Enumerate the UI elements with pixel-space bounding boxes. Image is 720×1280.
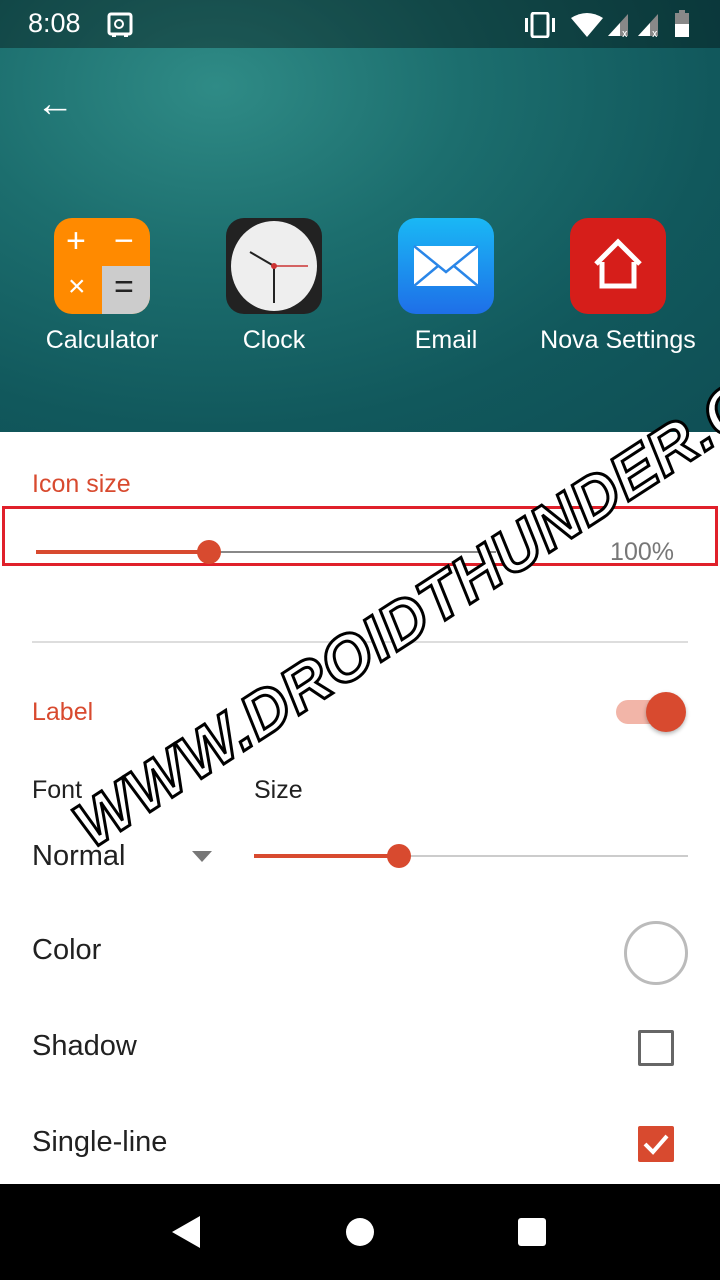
signal-icon-2: x (638, 14, 658, 38)
recents-nav-icon[interactable] (518, 1218, 546, 1246)
app-email: Email (360, 218, 532, 355)
label-size-slider[interactable] (254, 844, 688, 868)
icon-size-slider[interactable] (36, 540, 496, 564)
color-swatch[interactable] (624, 921, 688, 985)
shadow-label: Shadow (32, 1030, 137, 1062)
icon-size-heading: Icon size (32, 470, 131, 498)
font-dropdown-value[interactable]: Normal (32, 840, 125, 873)
label-heading: Label (32, 698, 94, 726)
app-label: Clock (242, 326, 306, 354)
single-line-checkbox[interactable] (638, 1126, 674, 1162)
vibrate-icon (525, 12, 555, 38)
clock-icon (226, 218, 322, 314)
font-label: Font (32, 776, 83, 804)
divider (32, 641, 688, 643)
battery-icon (675, 10, 689, 37)
app-calculator: + − × = Calculator (16, 218, 188, 355)
wifi-icon (571, 13, 603, 37)
svg-text:x: x (652, 27, 658, 38)
status-time: 8:08 (28, 8, 81, 38)
size-label: Size (254, 776, 303, 804)
settings-panel: Icon size 100% Label Font Size Normal Co… (0, 432, 720, 1184)
app-clock: Clock (188, 218, 360, 355)
home-nav-icon[interactable] (346, 1218, 374, 1246)
check-icon (643, 1134, 669, 1155)
slider-thumb[interactable] (387, 844, 411, 868)
vault-icon (107, 12, 133, 37)
navigation-bar (0, 1184, 720, 1280)
signal-icon: x (608, 14, 628, 38)
label-toggle[interactable] (616, 692, 686, 732)
app-label: Nova Settings (540, 326, 696, 354)
back-nav-icon[interactable] (172, 1216, 200, 1248)
app-label: Calculator (45, 326, 159, 354)
app-nova-settings: Nova Settings (532, 218, 704, 355)
email-icon (398, 218, 494, 314)
svg-text:x: x (622, 27, 628, 38)
back-arrow-icon[interactable]: ← (36, 84, 76, 124)
status-bar: 8:08 x x (0, 0, 720, 48)
shadow-checkbox[interactable] (638, 1030, 674, 1066)
single-line-label: Single-line (32, 1126, 168, 1158)
icon-size-value: 100% (610, 538, 674, 566)
nova-home-icon (570, 218, 666, 314)
slider-thumb[interactable] (197, 540, 221, 564)
color-label: Color (32, 934, 102, 966)
app-label: Email (414, 326, 478, 354)
dropdown-arrow-icon[interactable] (192, 851, 212, 862)
preview-wallpaper: 8:08 x x ← + − × = Calculator Clock Emai… (0, 0, 720, 432)
calculator-icon: + − × = (54, 218, 150, 314)
